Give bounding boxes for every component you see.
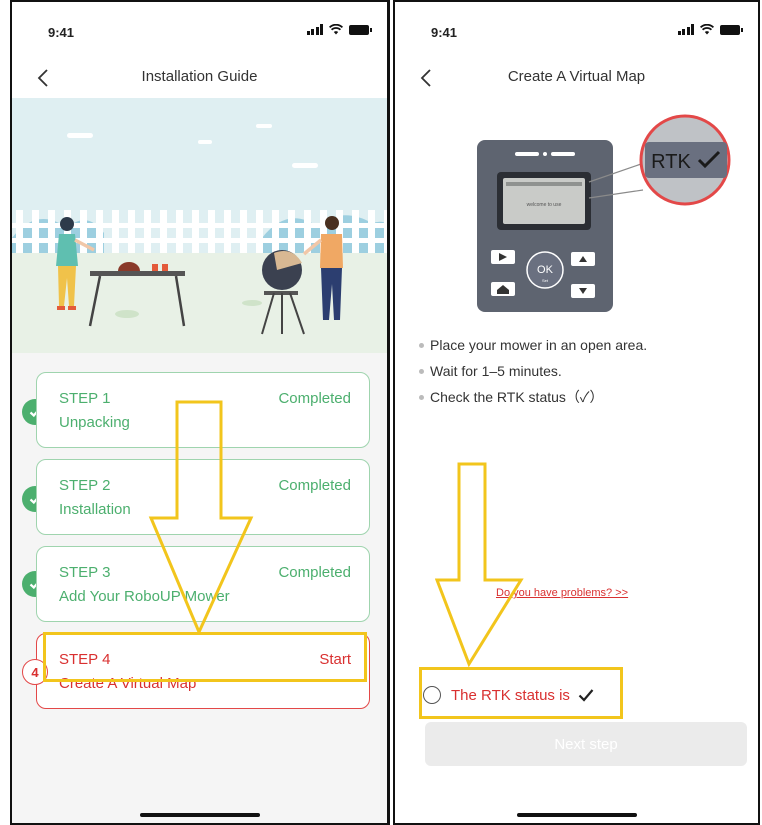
step-description: Installation bbox=[59, 501, 131, 518]
rtk-status-label: The RTK status is bbox=[451, 686, 570, 704]
step-status: Completed bbox=[278, 564, 351, 581]
create-virtual-map-screen: 9:41 Create A Virtual Map welcome to use… bbox=[393, 0, 760, 825]
home-indicator bbox=[139, 813, 260, 817]
backyard-illustration bbox=[12, 98, 387, 353]
bullet-dot bbox=[419, 394, 424, 400]
wifi-icon bbox=[700, 24, 714, 35]
instruction-text: Check the RTK status（✓） bbox=[430, 389, 604, 405]
instruction-item: Wait for 1–5 minutes. bbox=[419, 358, 748, 384]
status-bar: 9:41 bbox=[12, 2, 387, 60]
step-description: Unpacking bbox=[59, 414, 130, 431]
status-time: 9:41 bbox=[431, 25, 458, 40]
step-label: STEP 4 bbox=[59, 651, 111, 668]
page-title: Installation Guide bbox=[141, 68, 258, 85]
nav-bar: Installation Guide bbox=[12, 60, 387, 96]
instruction-text: Place your mower in an open area. bbox=[430, 337, 648, 353]
status-time: 9:41 bbox=[48, 25, 75, 40]
status-icons bbox=[306, 24, 372, 35]
nav-bar: Create A Virtual Map bbox=[395, 60, 758, 96]
step-label: STEP 3 bbox=[59, 564, 111, 581]
signal-icon bbox=[306, 24, 323, 35]
battery-icon bbox=[349, 24, 372, 35]
instruction-item: Check the RTK status（✓） bbox=[419, 384, 748, 410]
device-ok-sub: Set bbox=[542, 278, 549, 283]
step-status: Completed bbox=[278, 477, 351, 494]
step-status: Completed bbox=[278, 390, 351, 407]
page-title: Create A Virtual Map bbox=[507, 68, 646, 85]
rtk-status-radio[interactable] bbox=[423, 686, 441, 704]
start-button[interactable]: Start bbox=[319, 651, 351, 668]
step-number-badge: 4 bbox=[22, 659, 48, 685]
installation-guide-screen: 9:41 Installation Guide STEP 1 Completed… bbox=[10, 0, 390, 825]
step-label: STEP 1 bbox=[59, 390, 111, 407]
battery-icon bbox=[720, 24, 743, 35]
mower-control-panel-image: welcome to use OK Set RTK bbox=[477, 114, 731, 312]
step-description: Create A Virtual Map bbox=[59, 675, 197, 692]
bullet-dot bbox=[419, 342, 424, 348]
step-label: STEP 2 bbox=[59, 477, 111, 494]
status-icons bbox=[677, 24, 743, 35]
annotation-down-arrow bbox=[435, 462, 524, 667]
annotation-down-arrow bbox=[148, 400, 254, 635]
rtk-status-checkbox[interactable]: The RTK status is bbox=[423, 677, 617, 713]
step-card-4[interactable]: STEP 4 Start Create A Virtual Map bbox=[36, 633, 370, 709]
rtk-badge-text: RTK bbox=[651, 151, 691, 173]
instruction-list: Place your mower in an open area. Wait f… bbox=[419, 332, 748, 410]
instruction-item: Place your mower in an open area. bbox=[419, 332, 748, 358]
device-screen-text: welcome to use bbox=[527, 202, 562, 208]
next-step-button[interactable]: Next step bbox=[425, 722, 747, 766]
home-indicator bbox=[516, 813, 637, 817]
backyard-scene-image bbox=[12, 98, 387, 353]
instruction-text: Wait for 1–5 minutes. bbox=[430, 363, 562, 379]
device-ok-label: OK bbox=[537, 264, 554, 276]
signal-icon bbox=[677, 24, 694, 35]
bullet-dot bbox=[419, 368, 424, 374]
checkmark-icon bbox=[578, 689, 594, 702]
status-bar: 9:41 bbox=[395, 2, 758, 60]
wifi-icon bbox=[329, 24, 343, 35]
